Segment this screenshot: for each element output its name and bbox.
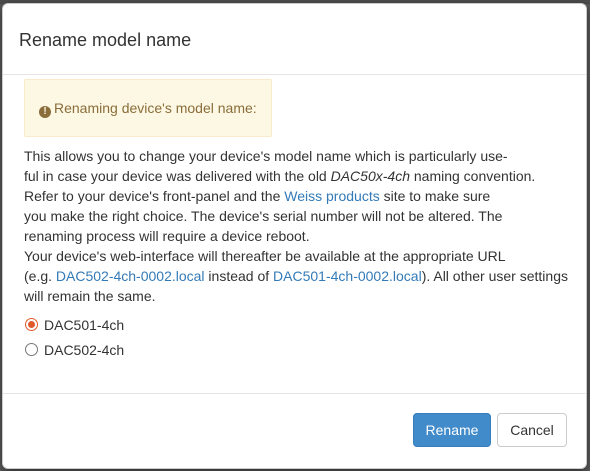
description-text: renaming process will require a device r… [24,228,310,244]
description-line: This allows you to change your device's … [24,146,576,166]
description-text: instead of [204,268,274,284]
cancel-button[interactable]: Cancel [497,413,567,447]
radio-button[interactable] [25,318,38,331]
description-text: Your device's web-interface will thereaf… [24,248,506,264]
description-text: This allows you to change your device's … [24,148,508,164]
description-line: ful in case your device was delivered wi… [24,166,576,186]
model-convention-text: DAC50x-4ch [330,168,410,184]
description-text: naming convention. [409,168,536,184]
description-line: renaming process will require a device r… [24,226,576,246]
description-text: site to make sure [379,188,491,204]
description-line: (e.g. DAC502-4ch-0002.local instead of D… [24,266,576,286]
exclamation-circle-icon: ! [39,106,51,118]
option-label: DAC501-4ch [44,316,125,333]
description-text: you make the right choice. The device's … [24,208,503,224]
model-options: DAC501-4ch DAC502-4ch [24,312,571,362]
description-text: Refer to your device's front-panel and t… [24,188,285,204]
weiss-products-link[interactable]: Weiss products [284,188,379,204]
option-label: DAC502-4ch [44,341,125,358]
description-line: Your device's web-interface will thereaf… [24,246,576,266]
option-dac502-4ch[interactable]: DAC502-4ch [25,337,571,362]
description-text: will remain the same. [24,288,156,304]
rename-button[interactable]: Rename [413,413,491,447]
description-paragraph: This allows you to change your device's … [24,146,576,306]
description-text: ). All other user settings [421,268,568,284]
description-line: you make the right choice. The device's … [24,206,576,226]
dialog-header: Rename model name [3,4,586,75]
dac501-url-link[interactable]: DAC501-4ch-0002.local [273,268,422,284]
radio-button[interactable] [25,343,38,356]
description-line: Refer to your device's front-panel and t… [24,186,576,206]
option-dac501-4ch[interactable]: DAC501-4ch [25,312,571,337]
dialog-body: ! Renaming device's model name: This allo… [3,75,586,395]
rename-dialog: Rename model name ! Renaming device's mod… [2,3,587,469]
alert-text: Renaming device's model name: [54,100,257,116]
description-text: ful in case your device was delivered wi… [24,168,331,184]
warning-alert: ! Renaming device's model name: [24,79,272,137]
dialog-footer: Rename Cancel [3,393,586,468]
dac502-url-link[interactable]: DAC502-4ch-0002.local [56,268,205,284]
description-text: (e.g. [24,268,56,284]
dialog-title: Rename model name [19,30,192,50]
description-line: will remain the same. [24,286,576,306]
